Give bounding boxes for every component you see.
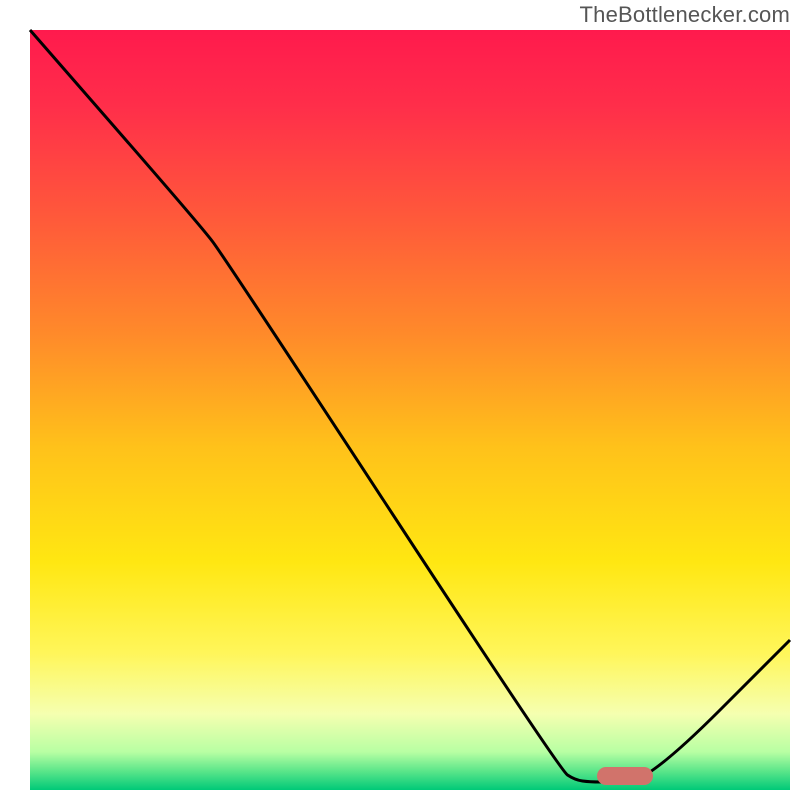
plot-background — [30, 30, 790, 790]
watermark-text: TheBottlenecker.com — [580, 2, 790, 28]
chart-canvas: TheBottlenecker.com — [0, 0, 800, 800]
chart-svg — [0, 0, 800, 800]
optimal-marker — [597, 767, 653, 785]
